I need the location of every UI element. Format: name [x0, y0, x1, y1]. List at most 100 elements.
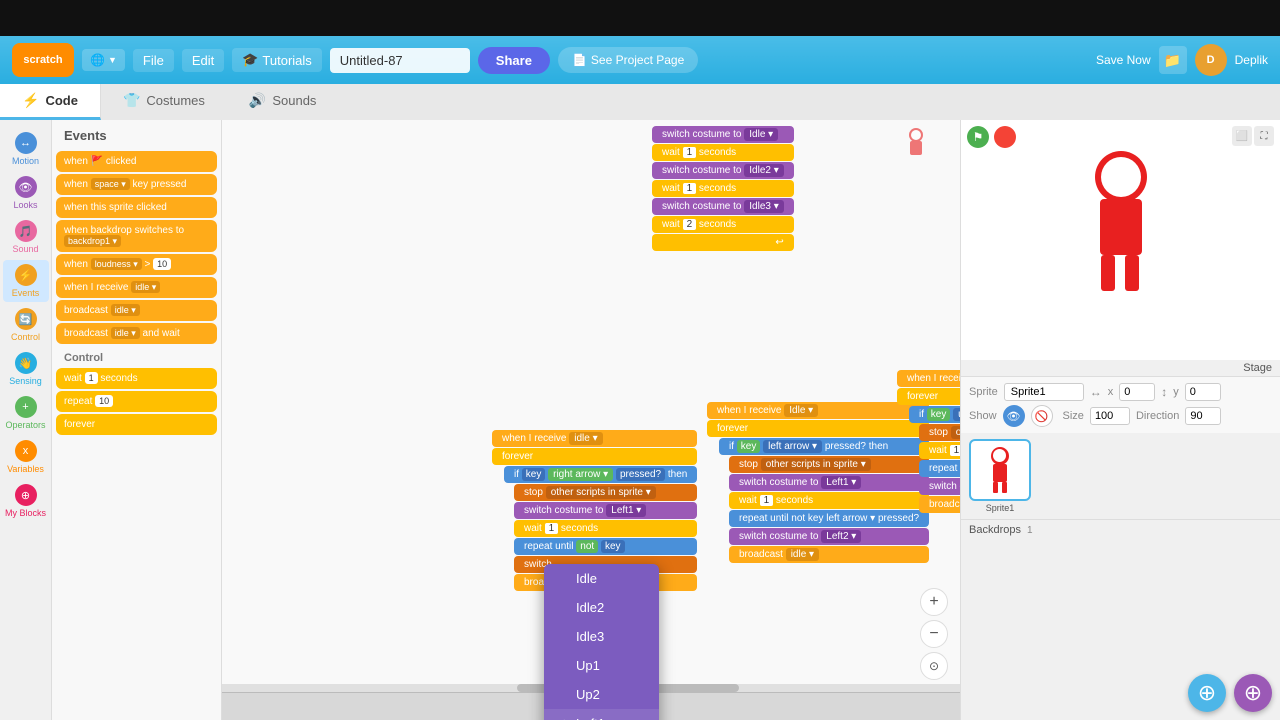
block-when-sprite-clicked[interactable]: when this sprite clicked	[56, 197, 217, 218]
tab-code[interactable]: ⚡ Code	[0, 84, 101, 120]
looks-icon: 👁	[15, 176, 37, 198]
blocks-panel: Events when 🚩 clicked when space ▾ key p…	[52, 120, 222, 720]
block-broadcast-wait[interactable]: broadcast idle ▾ and wait	[56, 323, 217, 344]
direction-input[interactable]	[1185, 407, 1221, 425]
sidebar-item-operators[interactable]: + Operators	[3, 392, 49, 434]
see-project-icon: 📄	[572, 53, 587, 67]
block-when-backdrop[interactable]: when backdrop switches to backdrop1 ▾	[56, 220, 217, 252]
code-label: Code	[45, 93, 78, 108]
left1-dropdown-trigger[interactable]: Left1 ▾	[606, 504, 646, 517]
add-backdrop-button[interactable]: ⊕	[1234, 674, 1272, 712]
costumes-label: Costumes	[146, 93, 205, 108]
green-flag-button[interactable]: ⚑	[967, 126, 989, 148]
variables-icon: x	[15, 440, 37, 462]
block-forever[interactable]: forever	[56, 414, 217, 435]
costumes-icon: 👕	[123, 92, 140, 109]
folder-icon-button[interactable]: 📁	[1159, 46, 1187, 74]
share-button[interactable]: Share	[478, 47, 550, 74]
control-section-title: Control	[56, 346, 217, 366]
scratch-logo[interactable]: scratch	[12, 43, 74, 77]
dropdown-item-up1[interactable]: Up1	[544, 651, 659, 680]
sprite-thumb-sprite1[interactable]: Sprite1	[969, 439, 1031, 513]
globe-button[interactable]: 🌐 ▼	[82, 49, 125, 71]
tutorials-button[interactable]: 🎓 Tutorials	[232, 48, 322, 72]
zoom-reset-button[interactable]: ⊙	[920, 652, 948, 680]
see-project-label: See Project Page	[591, 53, 684, 67]
stage-label-area: Stage	[961, 360, 1280, 376]
tab-sounds[interactable]: 🔊 Sounds	[227, 84, 339, 120]
code-icon: ⚡	[22, 92, 39, 109]
stop-button[interactable]	[994, 126, 1016, 148]
zoom-out-button[interactable]: −	[920, 620, 948, 648]
y-arrow-icon: ↕	[1161, 385, 1167, 399]
block-repeat[interactable]: repeat 10	[56, 391, 217, 412]
tutorials-label: Tutorials	[262, 53, 311, 68]
header: scratch 🌐 ▼ File Edit 🎓 Tutorials Share …	[0, 36, 1280, 84]
sidebar-item-motion[interactable]: ↔ Motion	[3, 128, 49, 170]
size-input[interactable]	[1090, 407, 1130, 425]
x-input[interactable]	[1119, 383, 1155, 401]
right-panel: ⚑ ⬜ ⛶	[960, 120, 1280, 720]
x-label: x	[1108, 386, 1114, 398]
sprite-info-panel: Sprite ↔ x ↕ y Show 👁 🚫 Size Direction	[961, 376, 1280, 433]
file-button[interactable]: File	[133, 49, 174, 72]
operators-icon: +	[15, 396, 37, 418]
sidebar-item-control[interactable]: 🔄 Control	[3, 304, 49, 346]
edit-button[interactable]: Edit	[182, 49, 224, 72]
dropdown-item-left1[interactable]: ✓ Left1	[544, 709, 659, 720]
sidebar-item-variables[interactable]: x Variables	[3, 436, 49, 478]
tab-costumes[interactable]: 👕 Costumes	[101, 84, 227, 120]
stage-resize-controls: ⬜ ⛶	[1232, 126, 1274, 146]
dropdown-item-idle3[interactable]: Idle3	[544, 622, 659, 651]
events-section-title: Events	[56, 124, 217, 149]
control-icon: 🔄	[15, 308, 37, 330]
backdrops-section: Backdrops 1	[961, 519, 1280, 540]
left-sidebar: ↔ Motion 👁 Looks 🎵 Sound ⚡ Events 🔄 Cont…	[0, 120, 52, 720]
dropdown-item-up2[interactable]: Up2	[544, 680, 659, 709]
dropdown-item-idle2[interactable]: Idle2	[544, 593, 659, 622]
globe-chevron: ▼	[108, 55, 117, 65]
y-input[interactable]	[1185, 383, 1221, 401]
sidebar-item-myblocks[interactable]: ⊕ My Blocks	[3, 480, 49, 522]
block-broadcast[interactable]: broadcast idle ▾	[56, 300, 217, 321]
block-when-receive[interactable]: when I receive idle ▾	[56, 277, 217, 298]
sidebar-item-sensing[interactable]: 👋 Sensing	[3, 348, 49, 390]
avatar: D	[1195, 44, 1227, 76]
block-when-loudness[interactable]: when loudness ▾ > 10	[56, 254, 217, 275]
add-sprite-button[interactable]: ⊕	[1188, 674, 1226, 712]
see-project-button[interactable]: 📄 See Project Page	[558, 47, 698, 73]
dropdown-item-idle[interactable]: Idle	[544, 564, 659, 593]
hide-eye-button[interactable]: 🚫	[1031, 405, 1053, 427]
sidebar-item-sound[interactable]: 🎵 Sound	[3, 216, 49, 258]
show-label: Show	[969, 410, 997, 422]
sidebar-item-looks[interactable]: 👁 Looks	[3, 172, 49, 214]
sounds-icon: 🔊	[249, 92, 266, 109]
tutorials-icon: 🎓	[242, 52, 258, 68]
backdrops-label: Backdrops	[969, 524, 1021, 536]
sprite-thumb-label: Sprite1	[986, 503, 1015, 513]
project-title-input[interactable]	[330, 48, 470, 73]
script-area[interactable]: switch costume to Idle ▾ wait 1 seconds …	[222, 120, 960, 720]
username-label: Deplik	[1235, 53, 1268, 67]
block-group-1: switch costume to Idle ▾ wait 1 seconds …	[652, 126, 794, 251]
stage-large-button[interactable]: ⛶	[1254, 126, 1274, 146]
mini-sprite-canvas	[907, 128, 925, 156]
block-when-clicked[interactable]: when 🚩 clicked	[56, 151, 217, 172]
stage-small-button[interactable]: ⬜	[1232, 126, 1252, 146]
zoom-in-button[interactable]: +	[920, 588, 948, 616]
events-icon: ⚡	[15, 264, 37, 286]
save-now-button[interactable]: Save Now	[1096, 53, 1151, 67]
show-eye-button[interactable]: 👁	[1003, 405, 1025, 427]
zoom-controls: + − ⊙	[920, 588, 948, 680]
sounds-label: Sounds	[272, 93, 316, 108]
motion-icon: ↔	[15, 132, 37, 154]
costume-dropdown-menu[interactable]: Idle Idle2 Idle3 Up1 Up2 ✓ Left1 Left2 R…	[544, 564, 659, 720]
block-when-key[interactable]: when space ▾ key pressed	[56, 174, 217, 195]
sidebar-item-events[interactable]: ⚡ Events	[3, 260, 49, 302]
y-label: y	[1173, 386, 1179, 398]
block-wait[interactable]: wait 1 seconds	[56, 368, 217, 389]
size-label: Size	[1063, 410, 1084, 422]
stage-controls: ⚑	[967, 126, 1016, 148]
sprite-name-input[interactable]	[1004, 383, 1084, 401]
direction-label: Direction	[1136, 410, 1179, 422]
